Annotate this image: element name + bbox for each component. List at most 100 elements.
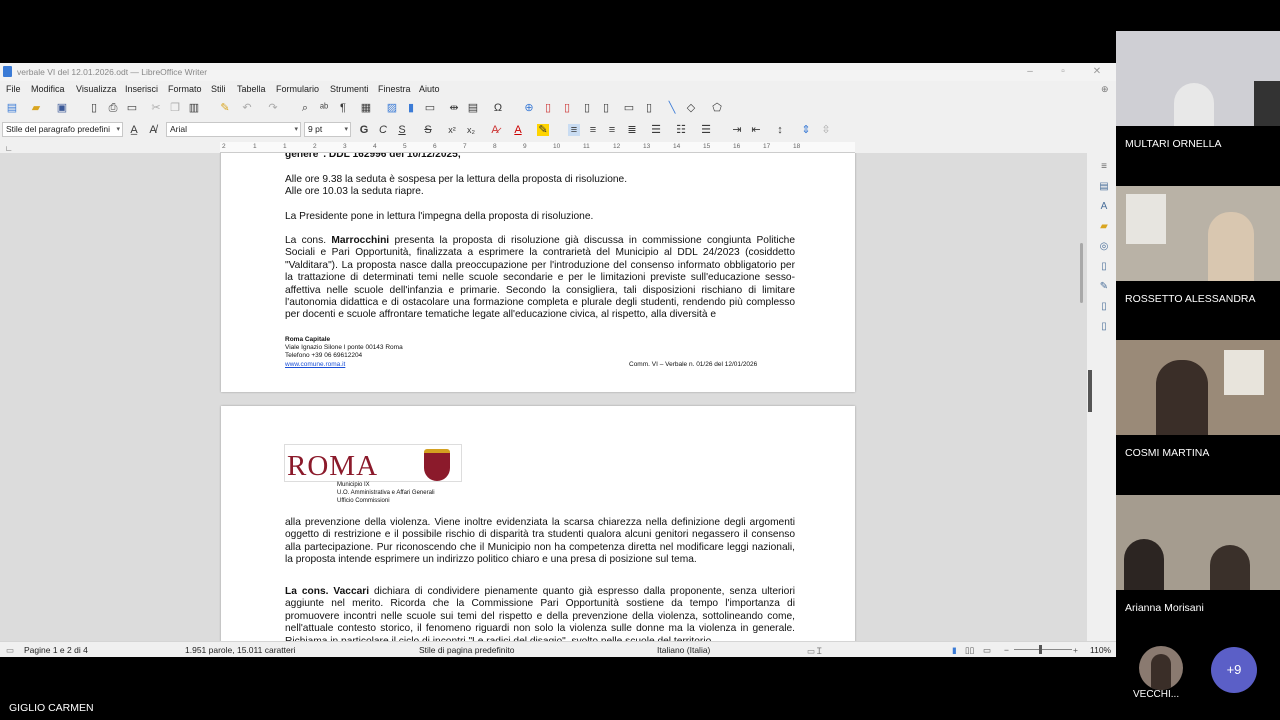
print-preview-icon[interactable]: ▭ xyxy=(126,102,138,114)
zoom-level[interactable]: 110% xyxy=(1090,645,1111,655)
paragraph-spacing-icon[interactable]: ⇕ xyxy=(800,124,812,136)
decrease-indent-icon[interactable]: ⇤ xyxy=(750,124,762,136)
properties-icon[interactable]: ▤ xyxy=(1098,181,1110,193)
minimize-button[interactable]: – xyxy=(1022,65,1038,79)
zoom-slider-handle[interactable] xyxy=(1039,645,1042,654)
paste-icon[interactable]: ▥ xyxy=(188,102,200,114)
menu-file[interactable]: File xyxy=(6,84,21,94)
font-color-icon[interactable]: A xyxy=(512,124,524,136)
close-button[interactable]: ✕ xyxy=(1089,65,1105,79)
endnote-icon[interactable]: ▯ xyxy=(561,102,573,114)
comment-icon[interactable]: ▭ xyxy=(623,102,635,114)
special-character-icon[interactable]: Ω xyxy=(492,102,504,114)
participant-tile[interactable]: MULTARI ORNELLA xyxy=(1116,31,1280,185)
tab-stop-icon[interactable]: ∟ xyxy=(5,144,13,153)
justify-icon[interactable]: ≣ xyxy=(626,124,638,136)
vertical-scrollbar[interactable] xyxy=(1080,243,1083,303)
bullet-list-icon[interactable]: ☰ xyxy=(650,124,662,136)
clear-formatting-icon[interactable]: A̷ xyxy=(489,124,501,136)
open-folder-icon[interactable]: ▰ xyxy=(30,102,42,114)
spelling-icon[interactable]: ᵃᵇ xyxy=(318,102,330,114)
manage-changes-icon[interactable]: ▯ xyxy=(1098,301,1110,313)
new-document-icon[interactable]: ▤ xyxy=(6,102,18,114)
line-spacing-icon[interactable]: ↕ xyxy=(774,124,786,136)
document-canvas[interactable]: genere". DDL 162996 del 10/12/2025, Alle… xyxy=(0,153,1087,641)
bookmark-icon[interactable]: ▯ xyxy=(581,102,593,114)
paragraph-style-select[interactable]: Stile del paragrafo predefini ▾ xyxy=(2,122,123,137)
single-page-view-icon[interactable]: ▮ xyxy=(952,645,957,656)
undo-icon[interactable]: ↶ xyxy=(241,102,253,114)
font-name-select[interactable]: Arial ▾ xyxy=(166,122,301,137)
italic-button[interactable]: C xyxy=(377,124,389,136)
align-left-icon[interactable]: ≡ xyxy=(568,124,580,136)
maximize-button[interactable]: ▫ xyxy=(1055,65,1071,79)
navigator-icon[interactable]: ◎ xyxy=(1098,241,1110,253)
footer-link[interactable]: www.comune.roma.it xyxy=(285,361,403,369)
sidebar-splitter[interactable] xyxy=(1088,370,1092,412)
export-pdf-icon[interactable]: ▯ xyxy=(88,102,100,114)
align-center-icon[interactable]: ≡ xyxy=(587,124,599,136)
redo-icon[interactable]: ↷ xyxy=(267,102,279,114)
menu-modifica[interactable]: Modifica xyxy=(31,84,65,94)
language[interactable]: Italiano (Italia) xyxy=(657,645,710,655)
book-view-icon[interactable]: ▭ xyxy=(983,645,991,656)
design-icon[interactable]: ▯ xyxy=(1098,321,1110,333)
styles-icon[interactable]: A xyxy=(1098,201,1110,213)
save-icon[interactable]: ▣ xyxy=(56,102,68,114)
page-count[interactable]: Pagine 1 e 2 di 4 xyxy=(24,645,88,655)
selection-mode-icon[interactable]: ▭Ｉ xyxy=(807,645,824,657)
page-icon[interactable]: ▯ xyxy=(1098,261,1110,273)
highlight-icon[interactable]: ✎ xyxy=(537,124,549,136)
menu-strumenti[interactable]: Strumenti xyxy=(330,84,369,94)
superscript-button[interactable]: x² xyxy=(446,124,458,136)
menu-inserisci[interactable]: Inserisci xyxy=(125,84,158,94)
gallery-icon[interactable]: ▰ xyxy=(1098,221,1110,233)
menu-finestra[interactable]: Finestra xyxy=(378,84,411,94)
insert-chart-icon[interactable]: ▮ xyxy=(405,102,417,114)
cross-reference-icon[interactable]: ▯ xyxy=(600,102,612,114)
spacing-decrease-icon[interactable]: ⇳ xyxy=(820,124,832,136)
page-break-icon[interactable]: ⇹ xyxy=(448,102,460,114)
update-style-icon[interactable]: A̲ xyxy=(128,124,140,136)
bold-button[interactable]: G xyxy=(358,124,370,136)
avatar[interactable] xyxy=(1139,646,1183,690)
font-size-select[interactable]: 9 pt ▾ xyxy=(304,122,351,137)
insert-image-icon[interactable]: ▨ xyxy=(386,102,398,114)
horizontal-ruler[interactable]: 2 1 1 2 3 4 5 6 7 8 9 10 11 12 13 14 15 16 17 18 xyxy=(220,142,855,153)
participant-tile[interactable]: COSMI MARTINA xyxy=(1116,340,1280,494)
print-icon[interactable]: ⎙ xyxy=(107,102,119,114)
participant-tile[interactable]: ROSSETTO ALESSANDRA xyxy=(1116,186,1280,340)
menu-tabella[interactable]: Tabella xyxy=(237,84,266,94)
line-icon[interactable]: ╲ xyxy=(666,102,678,114)
formatting-marks-icon[interactable]: ¶ xyxy=(337,102,349,114)
style-inspector-icon[interactable]: ✎ xyxy=(1098,281,1110,293)
cut-icon[interactable]: ✂ xyxy=(150,102,162,114)
more-participants-button[interactable]: +9 xyxy=(1211,647,1257,693)
insert-textbox-icon[interactable]: ▭ xyxy=(424,102,436,114)
menu-formato[interactable]: Formato xyxy=(168,84,202,94)
menu-formulario[interactable]: Formulario xyxy=(276,84,319,94)
track-changes-icon[interactable]: ▯ xyxy=(643,102,655,114)
insert-table-icon[interactable]: ▦ xyxy=(360,102,372,114)
numbered-list-icon[interactable]: ☷ xyxy=(675,124,687,136)
word-count[interactable]: 1.951 parole, 15.011 caratteri xyxy=(185,645,295,655)
zoom-out-icon[interactable]: − xyxy=(1004,645,1009,655)
zoom-slider[interactable] xyxy=(1014,649,1072,650)
hyperlink-icon[interactable]: ⊕ xyxy=(523,102,535,114)
multi-page-view-icon[interactable]: ▯▯ xyxy=(965,645,974,656)
insert-field-icon[interactable]: ▤ xyxy=(467,102,479,114)
menu-visualizza[interactable]: Visualizza xyxy=(76,84,116,94)
clone-formatting-icon[interactable]: ✎ xyxy=(219,102,231,114)
new-style-icon[interactable]: A̸ xyxy=(147,124,159,136)
shapes-icon[interactable]: ◇ xyxy=(685,102,697,114)
outline-list-icon[interactable]: ☰ xyxy=(700,124,712,136)
draw-functions-icon[interactable]: ⬠ xyxy=(711,102,723,114)
subscript-button[interactable]: x₂ xyxy=(465,124,477,136)
participant-tile[interactable]: Arianna Morisani xyxy=(1116,495,1280,649)
page-style[interactable]: Stile di pagina predefinito xyxy=(419,645,514,655)
copy-icon[interactable]: ❐ xyxy=(169,102,181,114)
globe-icon[interactable]: ⊕ xyxy=(1101,84,1109,95)
zoom-in-icon[interactable]: + xyxy=(1073,645,1078,655)
strikethrough-button[interactable]: S xyxy=(422,124,434,136)
menu-aiuto[interactable]: Aiuto xyxy=(419,84,440,94)
